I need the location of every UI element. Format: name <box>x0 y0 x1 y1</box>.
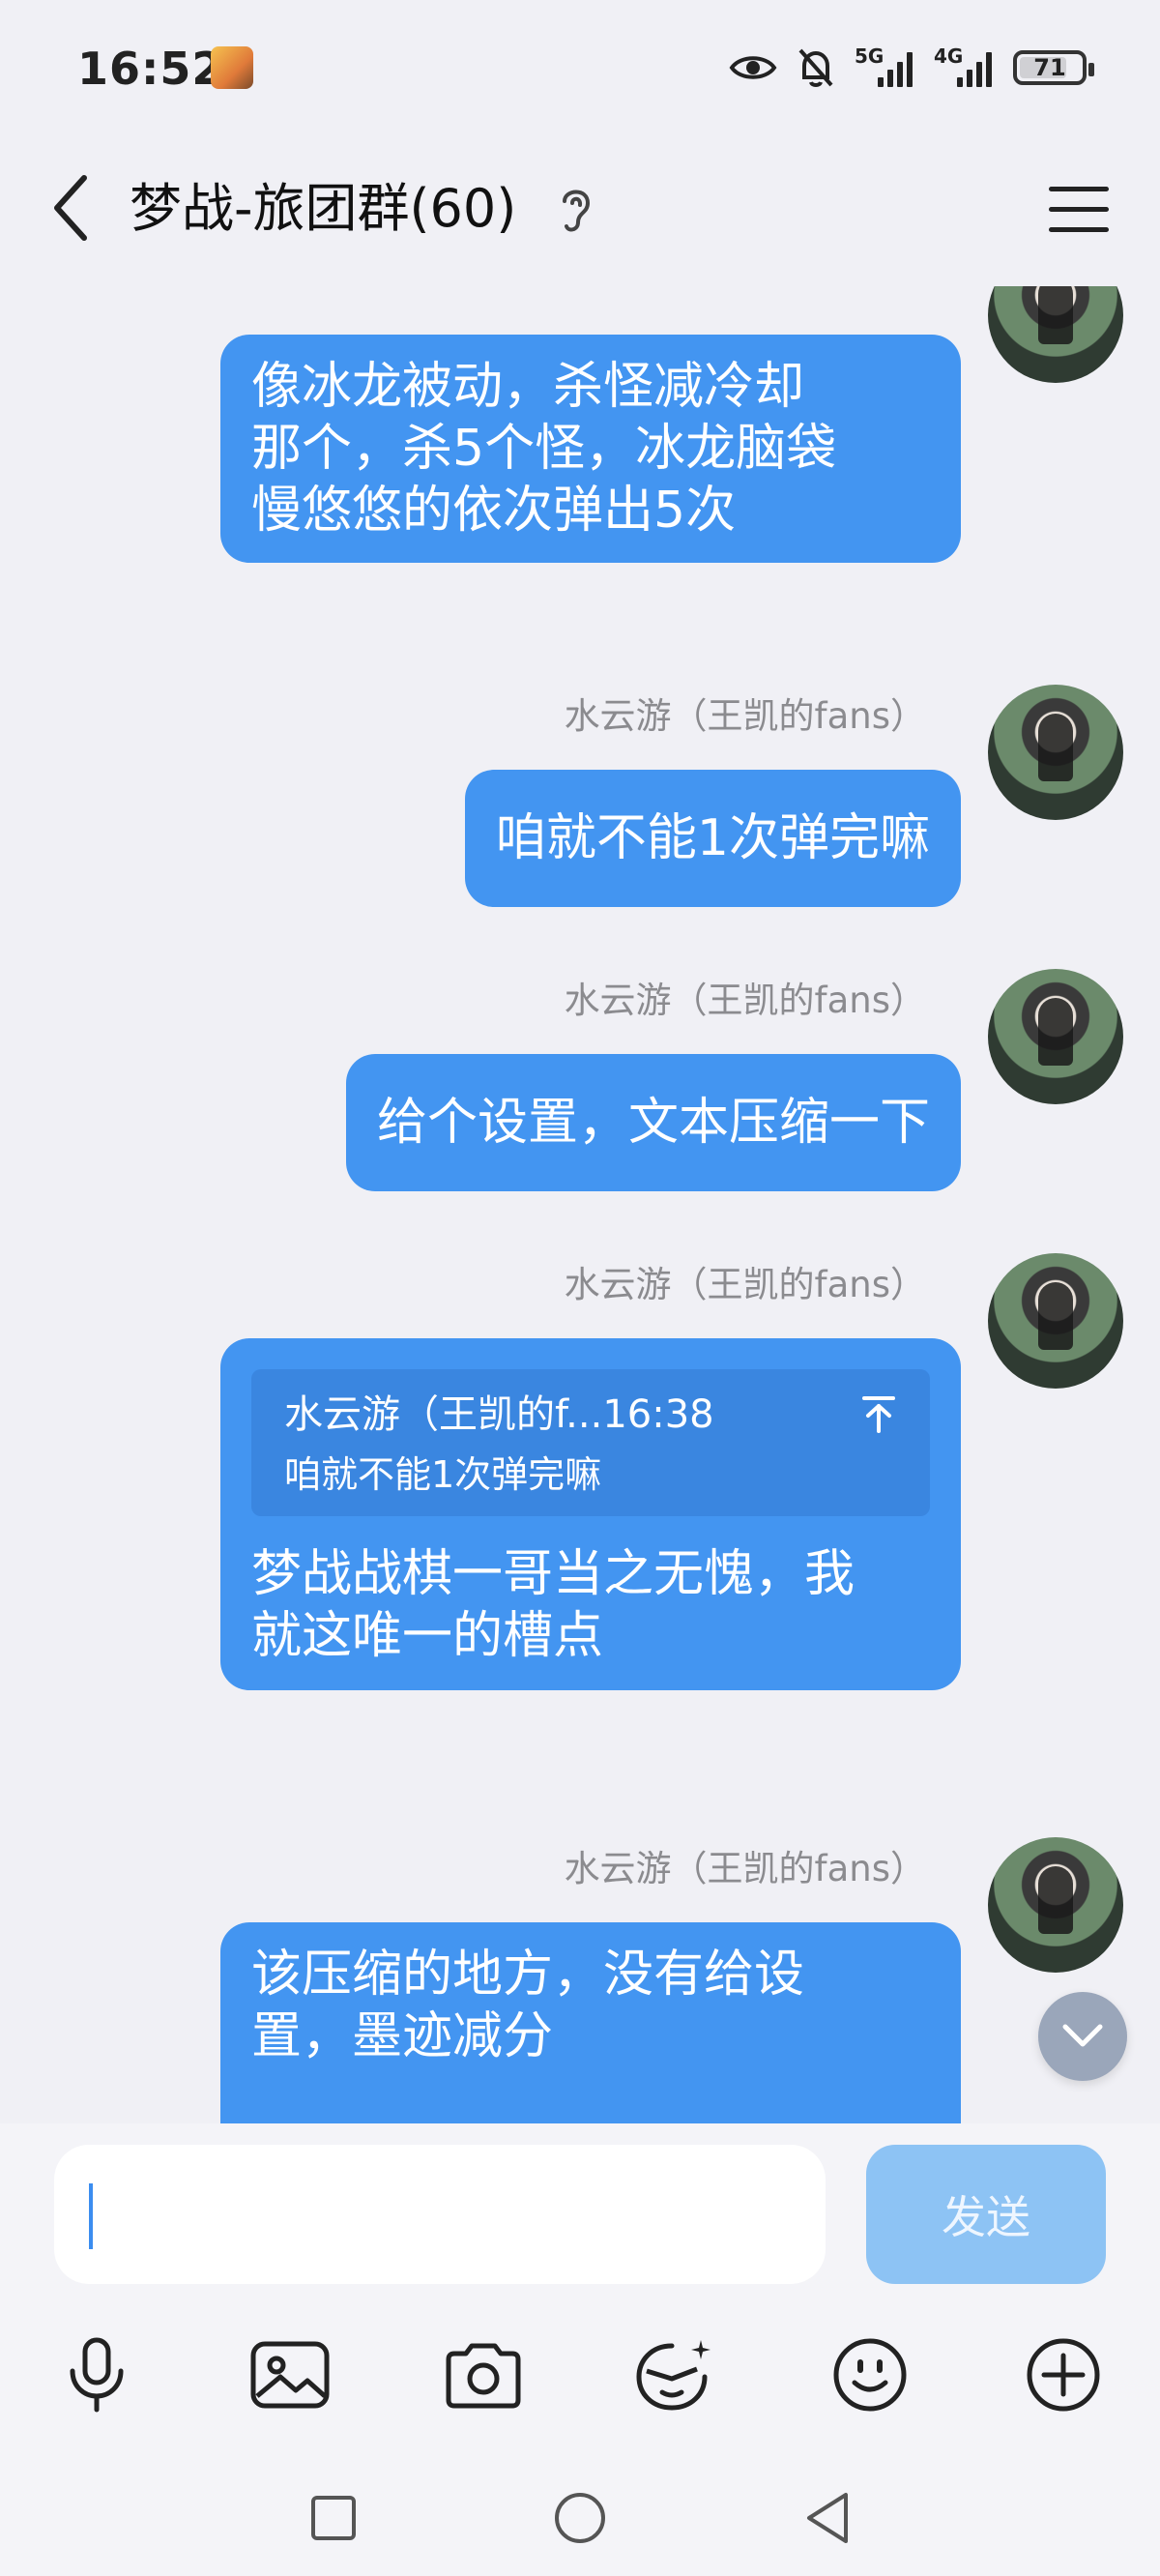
menu-icon-line <box>1049 186 1109 191</box>
image-icon <box>250 2341 330 2409</box>
menu-icon-line <box>1049 226 1109 232</box>
quoted-message[interactable]: 水云游（王凯的f...16:38 咱就不能1次弹完嘛 <box>251 1369 930 1516</box>
message-bubble[interactable]: 像冰龙被动，杀怪减冷却 那个，杀5个怪，冰龙脑袋 慢悠悠的依次弹出5次 <box>220 335 961 563</box>
chevron-down-icon <box>1062 2024 1103 2047</box>
sticker-icon <box>636 2340 710 2411</box>
camera-icon <box>446 2343 521 2409</box>
status-icons: 5G 4G 71 <box>729 44 1094 91</box>
message-bubble[interactable]: 咱就不能1次弹完嘛 <box>464 770 961 907</box>
sender-name: 水云游（王凯的fans） <box>564 980 926 1021</box>
home-button[interactable] <box>551 2489 609 2547</box>
message-line: 就这唯一的槽点 <box>251 1607 604 1665</box>
sender-name: 水云游（王凯的fans） <box>564 695 926 737</box>
system-navigation-bar <box>0 2462 1160 2576</box>
sender-name: 水云游（王凯的fans） <box>564 1848 926 1889</box>
ear-icon[interactable] <box>555 180 597 238</box>
avatar[interactable] <box>988 1253 1123 1389</box>
message-line: 该压缩的地方，没有给设 <box>251 1946 805 2004</box>
chat-header: 梦战-旅团群(60) <box>0 141 1160 286</box>
composer-toolbar <box>0 2327 1160 2433</box>
message-line: 置，墨迹减分 <box>251 2007 554 2065</box>
network-type-5g: 5G <box>855 44 884 68</box>
quote-body: 咱就不能1次弹完嘛 <box>284 1453 602 1496</box>
signal-5g-icon: 5G <box>855 44 914 87</box>
message-list[interactable]: 像冰龙被动，杀怪减冷却 那个，杀5个怪，冰龙脑袋 慢悠悠的依次弹出5次 水云游（… <box>0 286 1160 2123</box>
avatar[interactable] <box>988 286 1123 383</box>
menu-button[interactable] <box>1040 170 1117 248</box>
status-bar: 16:52 5G 4G 71 <box>0 0 1160 141</box>
quote-header: 水云游（王凯的f...16:38 <box>284 1392 714 1437</box>
back-button[interactable] <box>39 164 102 251</box>
eye-icon <box>729 56 777 79</box>
message-text: 咱就不能1次弹完嘛 <box>495 809 930 867</box>
avatar[interactable] <box>988 685 1123 820</box>
sticker-button[interactable] <box>626 2327 723 2423</box>
app-notification-icon <box>211 46 253 89</box>
avatar[interactable] <box>988 1837 1123 1973</box>
microphone-icon <box>70 2337 124 2413</box>
image-button[interactable] <box>242 2327 338 2423</box>
jump-to-top-icon[interactable] <box>860 1394 897 1435</box>
text-caret <box>89 2183 93 2249</box>
composer: 发送 <box>0 2123 1160 2576</box>
emoji-icon <box>833 2338 907 2412</box>
avatar[interactable] <box>988 969 1123 1104</box>
message-line: 慢悠悠的依次弹出5次 <box>251 482 737 540</box>
voice-button[interactable] <box>48 2327 145 2423</box>
sender-name: 水云游（王凯的fans） <box>564 1264 926 1305</box>
plus-icon <box>1027 2338 1100 2412</box>
message-line: 梦战战棋一哥当之无愧，我 <box>251 1545 856 1603</box>
square-icon <box>311 2496 356 2540</box>
send-button[interactable]: 发送 <box>866 2145 1106 2284</box>
signal-4g-icon: 4G <box>934 44 994 87</box>
system-back-button[interactable] <box>798 2489 856 2547</box>
status-time: 16:52 <box>77 43 224 95</box>
message-line: 那个，杀5个怪，冰龙脑袋 <box>251 420 837 478</box>
camera-button[interactable] <box>435 2327 532 2423</box>
recents-button[interactable] <box>304 2489 362 2547</box>
battery-level: 71 <box>1033 54 1066 81</box>
network-type-4g: 4G <box>934 44 964 68</box>
back-arrow-icon <box>54 175 87 241</box>
circle-icon <box>555 2493 605 2543</box>
message-bubble[interactable]: 该压缩的地方，没有给设 置，墨迹减分 <box>220 1922 961 2123</box>
scroll-to-bottom-button[interactable] <box>1038 1992 1127 2081</box>
message-text: 给个设置，文本压缩一下 <box>376 1094 930 1152</box>
group-title[interactable]: 梦战-旅团群(60) <box>130 170 516 248</box>
message-bubble[interactable]: 水云游（王凯的f...16:38 咱就不能1次弹完嘛 梦战战棋一哥当之无愧，我 … <box>220 1338 961 1690</box>
menu-icon-line <box>1049 206 1109 212</box>
more-button[interactable] <box>1015 2327 1112 2423</box>
battery-icon: 71 <box>1013 50 1094 85</box>
triangle-back-icon <box>807 2493 848 2543</box>
emoji-button[interactable] <box>822 2327 918 2423</box>
message-input[interactable] <box>54 2145 826 2284</box>
message-bubble[interactable]: 给个设置，文本压缩一下 <box>345 1054 961 1191</box>
message-line: 像冰龙被动，杀怪减冷却 <box>251 358 805 416</box>
mute-bell-icon <box>798 48 833 87</box>
